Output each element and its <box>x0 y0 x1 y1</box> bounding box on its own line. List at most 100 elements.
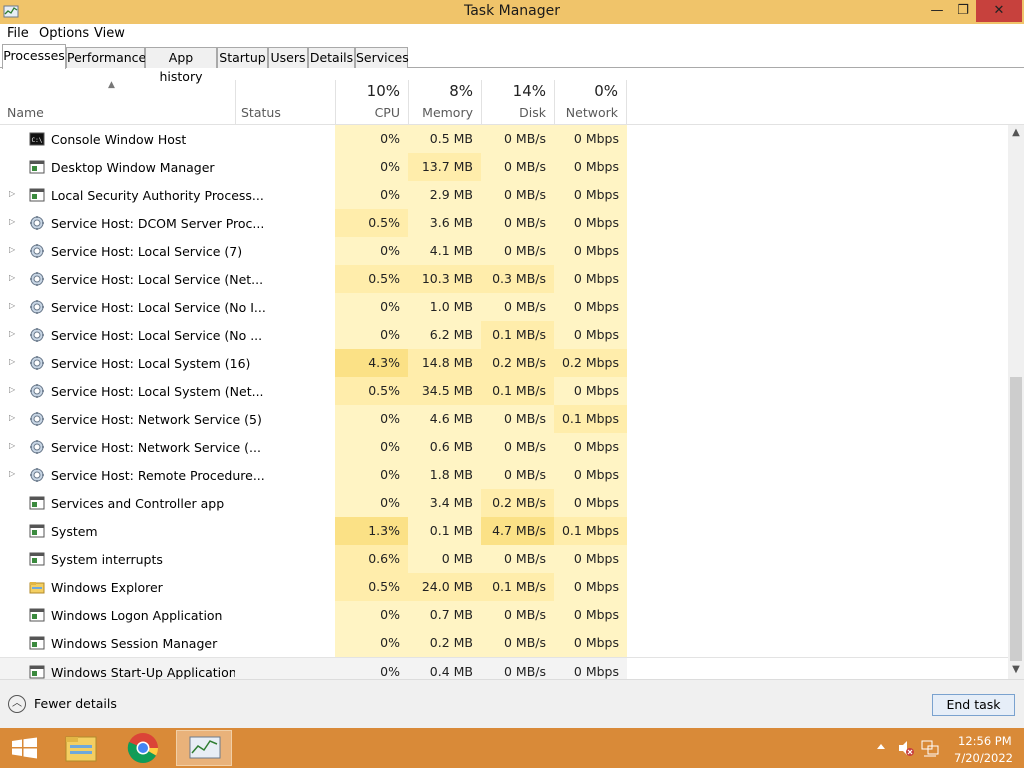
expand-chevron-icon[interactable]: ▷ <box>9 245 15 254</box>
process-name-cell[interactable]: Windows Start-Up Application <box>0 658 237 679</box>
clock-time[interactable]: 12:56 PM <box>958 734 1012 748</box>
title-bar[interactable]: Task Manager — ❐ ✕ <box>0 0 1024 24</box>
expand-chevron-icon[interactable]: ▷ <box>9 413 15 422</box>
process-name-cell[interactable]: ▷ Service Host: Local Service (No I... <box>0 293 266 321</box>
table-row[interactable]: ▷ Service Host: Local System (16) 4.3% 14.8… <box>0 349 1008 377</box>
table-row[interactable]: System interrupts 0.6% 0 MB 0 MB/s 0 Mbps <box>0 545 1008 573</box>
tab-app-history[interactable]: App history <box>145 47 217 84</box>
table-row[interactable]: C:\ Console Window Host 0% 0.5 MB 0 MB/s 0 Mb… <box>0 125 1008 153</box>
tab-services[interactable]: Services <box>355 47 409 68</box>
gear-icon <box>29 383 45 399</box>
process-name-cell[interactable]: Services and Controller app <box>0 489 235 517</box>
column-memory[interactable]: 8% Memory <box>408 80 481 125</box>
restore-button[interactable]: ❐ <box>950 0 976 22</box>
process-name-cell[interactable]: ▷ Service Host: Local Service (Net... <box>0 265 263 293</box>
column-status[interactable]: Status <box>241 105 281 120</box>
column-network[interactable]: 0% Network <box>554 80 627 125</box>
table-row[interactable]: ▷ Local Security Authority Process... 0% 2.… <box>0 181 1008 209</box>
process-name-cell[interactable]: Windows Session Manager <box>0 629 235 657</box>
column-name[interactable]: Name <box>7 105 44 120</box>
process-name-cell[interactable]: ▷ Service Host: Local Service (7) <box>0 237 242 265</box>
table-row[interactable]: Windows Start-Up Application 0% 0.4 MB 0 MB… <box>0 657 1008 679</box>
memory-cell: 0.4 MB <box>408 658 481 679</box>
process-name-cell[interactable]: System <box>0 517 235 545</box>
table-row[interactable]: ▷ Service Host: Local Service (7) 0% 4.1 MB… <box>0 237 1008 265</box>
expand-chevron-icon[interactable]: ▷ <box>9 217 15 226</box>
table-row[interactable]: Windows Logon Application 0% 0.7 MB 0 MB/s 0… <box>0 601 1008 629</box>
table-row[interactable]: ▷ Service Host: Local System (Net... 0.5% 3… <box>0 377 1008 405</box>
process-name-cell[interactable]: ▷ Service Host: DCOM Server Proc... <box>0 209 264 237</box>
tab-startup[interactable]: Startup <box>217 47 268 68</box>
process-name-cell[interactable]: C:\ Console Window Host <box>0 125 235 153</box>
process-status-cell <box>235 209 335 237</box>
table-row[interactable]: ▷ Service Host: Network Service (... 0% 0.6… <box>0 433 1008 461</box>
task-manager-taskbar-icon[interactable] <box>176 730 232 766</box>
table-row[interactable]: Desktop Window Manager 0% 13.7 MB 0 MB/s 0 M… <box>0 153 1008 181</box>
network-cell: 0 Mbps <box>554 293 627 321</box>
process-name-cell[interactable]: Windows Logon Application <box>0 601 235 629</box>
expand-chevron-icon[interactable]: ▷ <box>9 189 15 198</box>
expand-chevron-icon[interactable]: ▷ <box>9 301 15 310</box>
process-name-cell[interactable]: ▷ Service Host: Local Service (No ... <box>0 321 262 349</box>
expand-chevron-icon[interactable]: ▷ <box>9 329 15 338</box>
process-name-cell[interactable]: Desktop Window Manager <box>0 153 235 181</box>
expand-chevron-icon[interactable]: ▷ <box>9 441 15 450</box>
scroll-thumb[interactable] <box>1010 377 1022 661</box>
disk-cell: 0 MB/s <box>481 658 554 679</box>
clock-date[interactable]: 7/20/2022 <box>954 751 1013 765</box>
process-name-cell[interactable]: ▷ Service Host: Local System (Net... <box>0 377 264 405</box>
expand-chevron-icon[interactable]: ▷ <box>9 357 15 366</box>
table-row[interactable]: ▷ Service Host: Network Service (5) 0% 4.6 … <box>0 405 1008 433</box>
close-button[interactable]: ✕ <box>976 0 1022 22</box>
cpu-cell: 0% <box>335 405 408 433</box>
expand-chevron-icon[interactable]: ▷ <box>9 469 15 478</box>
process-name: Windows Start-Up Application <box>51 665 237 679</box>
memory-cell: 24.0 MB <box>408 573 481 601</box>
chrome-icon[interactable] <box>115 730 171 766</box>
windows-start-icon[interactable] <box>0 730 56 766</box>
table-row[interactable]: ▷ Service Host: Remote Procedure... 0% 1.8 … <box>0 461 1008 489</box>
table-row[interactable]: ▷ Service Host: Local Service (No ... 0% 6.… <box>0 321 1008 349</box>
network-icon[interactable] <box>920 738 940 758</box>
chevron-up-circle-icon[interactable]: ︿ <box>8 695 26 713</box>
process-name-cell[interactable]: ▷ Service Host: Network Service (... <box>0 433 261 461</box>
table-row[interactable]: Windows Session Manager 0% 0.2 MB 0 MB/s 0 M… <box>0 629 1008 657</box>
fewer-details-label[interactable]: Fewer details <box>34 696 117 711</box>
table-row[interactable]: Services and Controller app 0% 3.4 MB 0.2 M… <box>0 489 1008 517</box>
process-name-cell[interactable]: ▷ Service Host: Local System (16) <box>0 349 250 377</box>
menu-options[interactable]: Options <box>39 26 89 41</box>
scroll-down-icon[interactable]: ▼ <box>1008 664 1024 675</box>
process-list[interactable]: C:\ Console Window Host 0% 0.5 MB 0 MB/s 0 Mb… <box>0 125 1008 679</box>
table-row[interactable]: ▷ Service Host: DCOM Server Proc... 0.5% 3.… <box>0 209 1008 237</box>
show-hidden-icons-icon[interactable] <box>874 740 888 754</box>
expand-chevron-icon[interactable]: ▷ <box>9 385 15 394</box>
menu-file[interactable]: File <box>7 26 29 41</box>
process-name-cell[interactable]: Windows Explorer <box>0 573 235 601</box>
table-row[interactable]: Windows Explorer 0.5% 24.0 MB 0.1 MB/s 0 Mbp… <box>0 573 1008 601</box>
file-explorer-icon[interactable] <box>52 730 108 766</box>
end-task-button[interactable]: End task <box>932 694 1015 716</box>
process-name-cell[interactable]: ▷ Local Security Authority Process... <box>0 181 264 209</box>
volume-muted-icon[interactable] <box>896 738 916 758</box>
process-name-cell[interactable]: ▷ Service Host: Remote Procedure... <box>0 461 265 489</box>
column-disk[interactable]: 14% Disk <box>481 80 554 125</box>
scroll-up-icon[interactable]: ▲ <box>1008 127 1024 138</box>
process-name: Service Host: Local Service (No I... <box>51 300 266 315</box>
process-name-cell[interactable]: ▷ Service Host: Network Service (5) <box>0 405 262 433</box>
tab-processes[interactable]: Processes <box>2 44 66 69</box>
menu-view[interactable]: View <box>94 26 125 41</box>
process-status-cell <box>235 433 335 461</box>
tab-performance[interactable]: Performance <box>66 47 146 68</box>
table-row[interactable]: ▷ Service Host: Local Service (Net... 0.5%… <box>0 265 1008 293</box>
table-row[interactable]: System 1.3% 0.1 MB 4.7 MB/s 0.1 Mbps <box>0 517 1008 545</box>
expand-chevron-icon[interactable]: ▷ <box>9 273 15 282</box>
tab-details[interactable]: Details <box>308 47 355 68</box>
vertical-scrollbar[interactable]: ▲ ▼ <box>1008 125 1024 679</box>
column-cpu[interactable]: 10% CPU <box>335 80 408 125</box>
minimize-button[interactable]: — <box>924 0 950 22</box>
network-cell: 0.1 Mbps <box>554 517 627 545</box>
memory-cell: 0 MB <box>408 545 481 573</box>
tab-users[interactable]: Users <box>268 47 308 68</box>
table-row[interactable]: ▷ Service Host: Local Service (No I... 0% 1… <box>0 293 1008 321</box>
process-name-cell[interactable]: System interrupts <box>0 545 235 573</box>
